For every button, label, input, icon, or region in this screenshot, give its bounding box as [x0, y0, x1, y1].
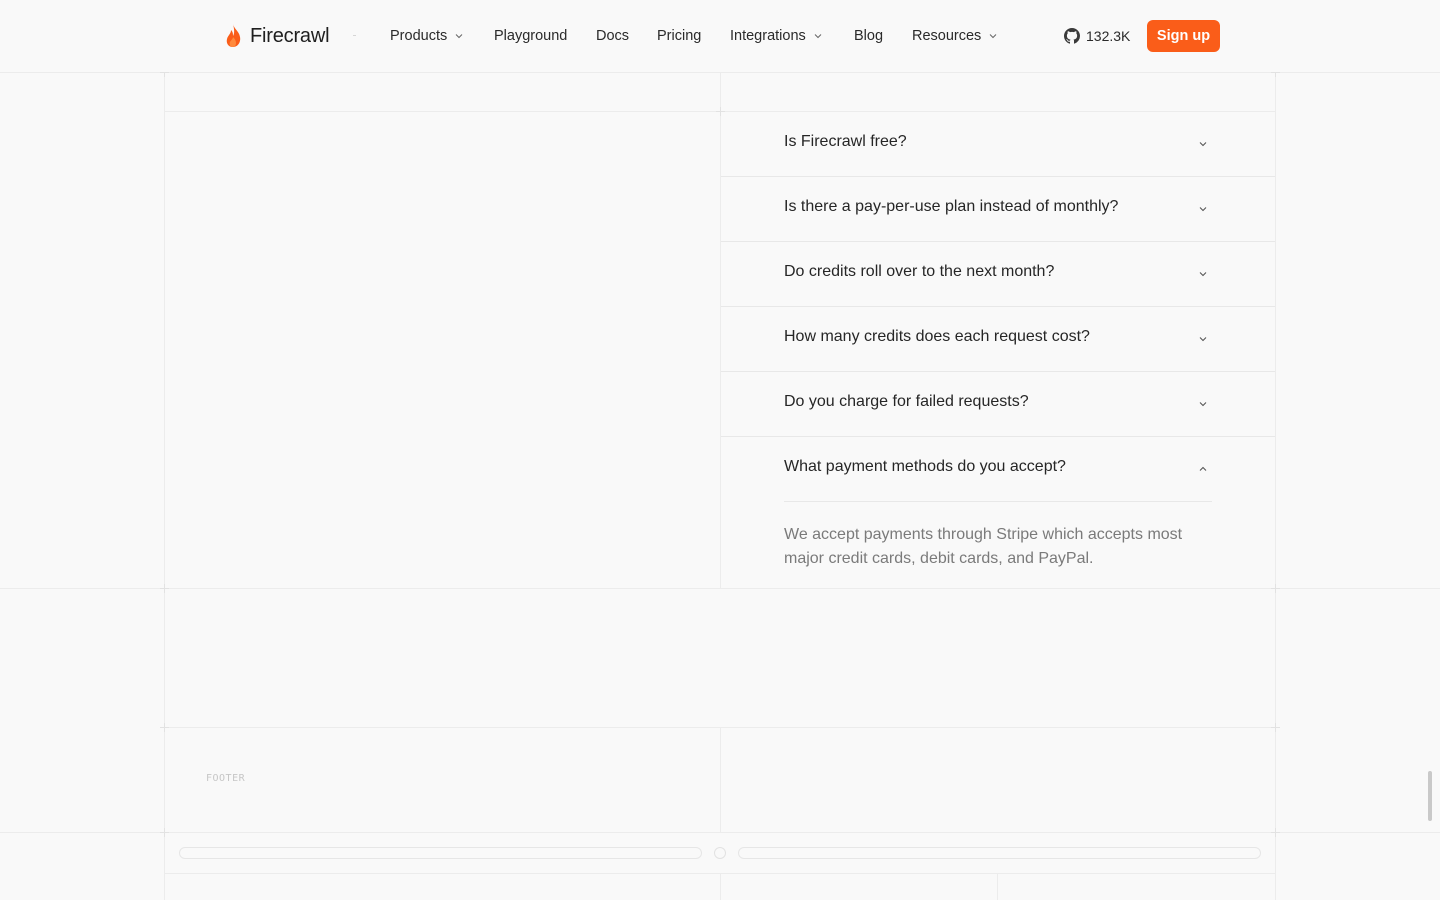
faq-item[interactable]: Do credits roll over to the next month?	[721, 242, 1275, 307]
grid-line	[0, 832, 1440, 833]
grid-line	[164, 0, 165, 900]
github-stars-count: 132.3K	[1086, 28, 1131, 44]
nav-item-blog[interactable]: Blog	[854, 26, 883, 46]
faq-question: Do credits roll over to the next month?	[784, 263, 1055, 280]
chevron-down-icon	[989, 34, 997, 39]
chevron-down-icon	[1199, 207, 1207, 212]
faq-item-expanded[interactable]: What payment methods do you accept? We a…	[721, 437, 1275, 591]
grid-line	[997, 873, 998, 900]
grid-marker	[160, 723, 169, 732]
site-header: Firecrawl Products Playground Docs Prici…	[0, 0, 1440, 72]
nav-item-label: Playground	[494, 28, 568, 44]
sign-up-button[interactable]: Sign up	[1147, 20, 1220, 52]
brand-logo[interactable]: Firecrawl	[224, 22, 330, 50]
grid-marker	[160, 584, 169, 593]
divider	[784, 501, 1212, 502]
nav-item-label: Blog	[854, 28, 884, 44]
divider	[353, 35, 356, 36]
nav-item-products[interactable]: Products	[390, 26, 463, 46]
scrollbar-thumb[interactable]	[1428, 771, 1432, 821]
flame-icon	[226, 24, 241, 47]
brand-name: Firecrawl	[250, 24, 330, 47]
nav-item-label: Integrations	[730, 28, 806, 44]
faq-question: Do you charge for failed requests?	[784, 393, 1029, 410]
nav-item-label: Pricing	[657, 28, 702, 44]
faq-accordion: Is Firecrawl free? Is there a pay-per-us…	[721, 112, 1275, 591]
nav-item-label: Docs	[596, 28, 630, 44]
footer-node	[714, 847, 726, 859]
nav-item-playground[interactable]: Playground	[494, 26, 567, 46]
nav-item-pricing[interactable]: Pricing	[657, 26, 701, 46]
chevron-up-icon	[1199, 466, 1207, 471]
faq-answer: We accept payments through Stripe which …	[784, 526, 1183, 567]
faq-item[interactable]: How many credits does each request cost?	[721, 307, 1275, 372]
nav-item-resources[interactable]: Resources	[912, 26, 997, 46]
grid-line	[1275, 0, 1276, 900]
faq-item[interactable]: Is Firecrawl free?	[721, 112, 1275, 177]
faq-question: Is Firecrawl free?	[784, 133, 907, 150]
footer-track	[179, 847, 702, 859]
nav-item-label: Resources	[912, 28, 982, 44]
faq-question: How many credits does each request cost?	[784, 328, 1090, 345]
faq-question: Is there a pay-per-use plan instead of m…	[784, 198, 1119, 215]
footer-track	[738, 847, 1261, 859]
grid-line	[720, 727, 721, 832]
grid-marker	[1271, 828, 1280, 837]
chevron-down-icon	[1199, 272, 1207, 277]
chevron-down-icon	[1199, 337, 1207, 342]
grid-marker	[1271, 723, 1280, 732]
chevron-down-icon	[814, 34, 822, 39]
chevron-down-icon	[1199, 402, 1207, 407]
chevron-down-icon	[455, 34, 463, 39]
chevron-down-icon	[1199, 142, 1207, 147]
github-icon	[1064, 28, 1080, 44]
faq-item[interactable]: Is there a pay-per-use plan instead of m…	[721, 177, 1275, 242]
nav-item-integrations[interactable]: Integrations	[730, 26, 822, 46]
faq-question: What payment methods do you accept?	[784, 458, 1066, 475]
faq-item[interactable]: Do you charge for failed requests?	[721, 372, 1275, 437]
footer-label: FOOTER	[206, 773, 246, 784]
github-stars-link[interactable]: 132.3K	[1064, 26, 1130, 46]
nav-item-label: Products	[390, 28, 448, 44]
nav-item-docs[interactable]: Docs	[596, 26, 629, 46]
grid-marker	[160, 828, 169, 837]
grid-line	[720, 873, 721, 900]
